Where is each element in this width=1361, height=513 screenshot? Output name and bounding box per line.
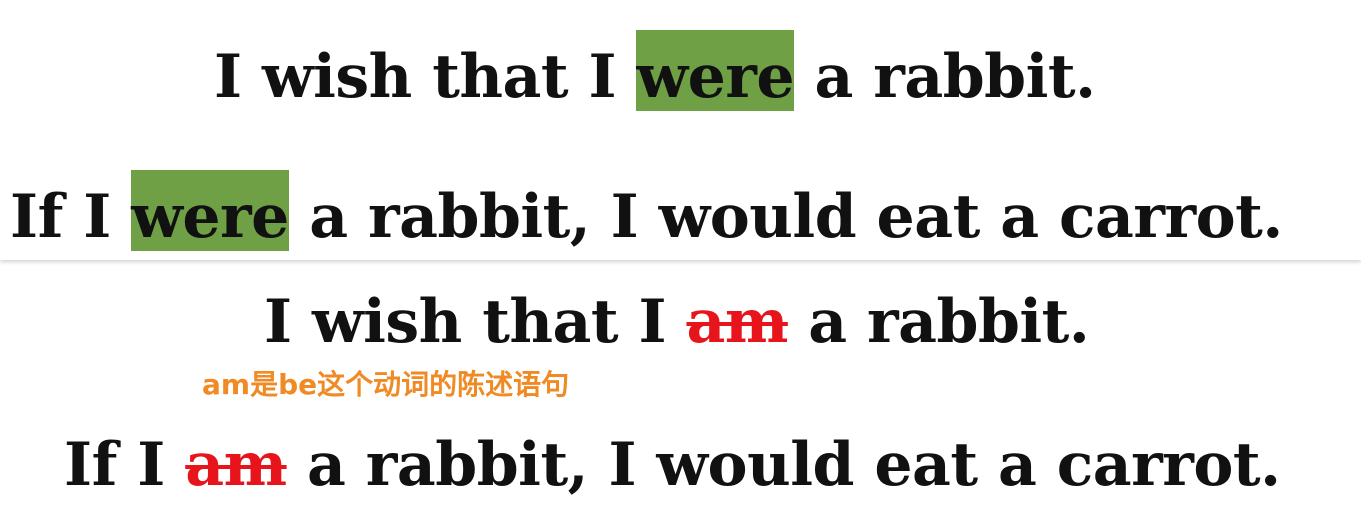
sentence-text: a rabbit, I would eat a carrot. bbox=[286, 430, 1281, 500]
corrected-sentences-panel: I wish that I were a rabbit. If I were a… bbox=[0, 0, 1361, 260]
wish-sentence-correct: I wish that I were a rabbit. bbox=[214, 30, 1096, 111]
sentence-text: If I bbox=[64, 430, 186, 500]
struck-word: am bbox=[686, 287, 788, 357]
if-sentence-correct: If I were a rabbit, I would eat a carrot… bbox=[10, 170, 1283, 251]
annotation-note: am是be这个动词的陈述语句 bbox=[202, 368, 570, 401]
sentence-text: a rabbit. bbox=[787, 287, 1090, 357]
sentence-text: I wish that I bbox=[264, 287, 687, 357]
sentence-text: I wish that I bbox=[214, 42, 637, 112]
wish-sentence-incorrect: I wish that I am a rabbit. bbox=[264, 292, 1090, 352]
highlighted-word: were bbox=[131, 170, 289, 251]
highlighted-word: were bbox=[636, 30, 795, 111]
if-sentence-incorrect: If I am a rabbit, I would eat a carrot. bbox=[64, 435, 1281, 495]
sentence-text: a rabbit. bbox=[794, 42, 1096, 112]
struck-word: am bbox=[185, 430, 287, 500]
sentence-text: If I bbox=[10, 182, 132, 252]
sentence-text: a rabbit, I would eat a carrot. bbox=[288, 182, 1283, 252]
